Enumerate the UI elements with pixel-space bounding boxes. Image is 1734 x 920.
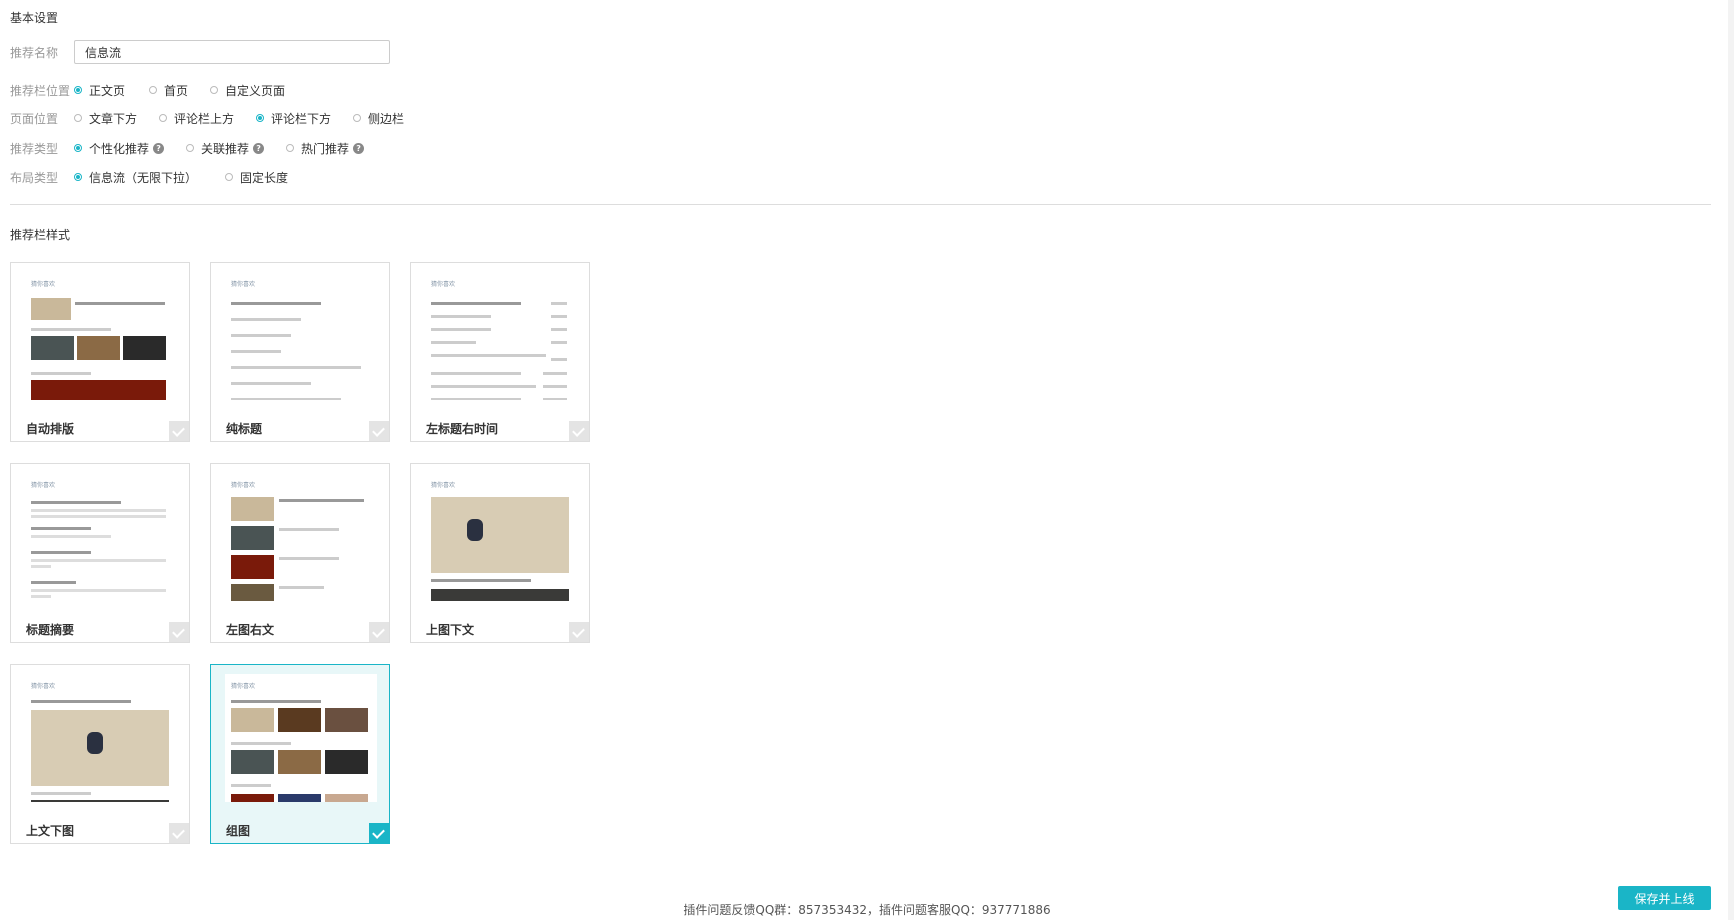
layout-option-feed[interactable]: 信息流（无限下拉） [74,169,197,186]
style-card-title-time[interactable]: 猜你喜欢 左标题右时间 [410,262,590,442]
type-option-hot[interactable]: 热门推荐? [286,140,365,157]
type-option-related[interactable]: 关联推荐? [186,140,265,157]
footer-contact: 插件问题反馈QQ群：857353432，插件问题客服QQ：937771886 [683,903,1051,917]
save-publish-button[interactable]: 保存并上线 [1618,886,1711,910]
radio-icon [159,114,168,122]
page-pos-option-sidebar[interactable]: 侧边栏 [353,110,404,127]
check-icon [369,622,389,642]
check-icon [569,622,589,642]
radio-selected-icon [74,144,82,152]
check-icon [169,421,189,441]
style-card-label: 上文下图 [26,824,75,838]
page-position-label: 页面位置 [10,111,59,126]
name-row: 推荐名称 [10,42,74,62]
style-card-label: 左标题右时间 [426,422,499,436]
check-icon [169,823,189,843]
style-card-title-only[interactable]: 猜你喜欢 纯标题 [210,262,390,442]
radio-selected-icon [74,86,82,94]
help-icon[interactable]: ? [353,142,365,154]
type-row: 推荐类型 个性化推荐? 关联推荐? 热门推荐? [10,138,386,158]
radio-icon [225,173,234,181]
style-section-title: 推荐栏样式 [10,228,71,242]
style-card-bottom-image[interactable]: 猜你喜欢 上文下图 [10,664,190,844]
radio-selected-icon [256,114,265,122]
layout-option-fixed[interactable]: 固定长度 [225,169,288,186]
check-icon [569,421,589,441]
style-preview: 猜你喜欢 [25,473,177,601]
position-option-home[interactable]: 首页 [149,82,188,99]
layout-label: 布局类型 [10,170,59,185]
style-card-summary[interactable]: 猜你喜欢 标题摘要 [10,463,190,643]
radio-icon [210,86,219,94]
radio-icon [353,114,362,122]
style-card-label: 自动排版 [26,422,75,436]
style-card-label: 标题摘要 [26,623,75,637]
radio-icon [74,114,82,122]
help-icon[interactable]: ? [153,142,165,154]
check-icon [369,823,389,843]
radio-icon [286,144,295,152]
page-pos-option-above-comments[interactable]: 评论栏上方 [159,110,234,127]
style-card-left-image[interactable]: 猜你喜欢 左图右文 [210,463,390,643]
style-preview: 猜你喜欢 [425,272,577,400]
name-label: 推荐名称 [10,45,59,60]
position-option-custom[interactable]: 自定义页面 [210,82,285,99]
basic-settings-title: 基本设置 [10,11,59,25]
position-row: 推荐栏位置 正文页 首页 自定义页面 [10,80,307,100]
style-preview: 猜你喜欢 [225,473,377,601]
style-card-gallery[interactable]: 猜你喜欢 组图 [210,664,390,844]
position-option-article[interactable]: 正文页 [74,82,125,99]
style-preview: 猜你喜欢 [225,674,377,802]
style-card-label: 纯标题 [226,422,263,436]
style-preview: 猜你喜欢 [25,674,177,802]
scrollbar[interactable] [1728,0,1734,920]
page-position-row: 页面位置 文章下方 评论栏上方 评论栏下方 侧边栏 [10,108,426,128]
page-pos-option-below-comments[interactable]: 评论栏下方 [256,110,331,127]
type-label: 推荐类型 [10,141,59,156]
radio-icon [186,144,195,152]
radio-icon [149,86,158,94]
style-card-label: 组图 [226,824,251,838]
style-preview: 猜你喜欢 [25,272,177,400]
check-icon [369,421,389,441]
check-icon [169,622,189,642]
recommend-name-input[interactable] [74,40,390,64]
style-preview: 猜你喜欢 [225,272,377,400]
style-card-auto[interactable]: 猜你喜欢 自动排版 [10,262,190,442]
style-card-label: 上图下文 [426,623,475,637]
style-card-label: 左图右文 [226,623,275,637]
page-pos-option-below-article[interactable]: 文章下方 [74,110,137,127]
style-preview: 猜你喜欢 [425,473,577,601]
divider [10,204,1711,205]
type-option-personalized[interactable]: 个性化推荐? [74,140,165,157]
style-card-top-image[interactable]: 猜你喜欢 上图下文 [410,463,590,643]
layout-row: 布局类型 信息流（无限下拉） 固定长度 [10,167,310,187]
radio-selected-icon [74,173,82,181]
help-icon[interactable]: ? [253,142,265,154]
position-label: 推荐栏位置 [10,83,71,98]
